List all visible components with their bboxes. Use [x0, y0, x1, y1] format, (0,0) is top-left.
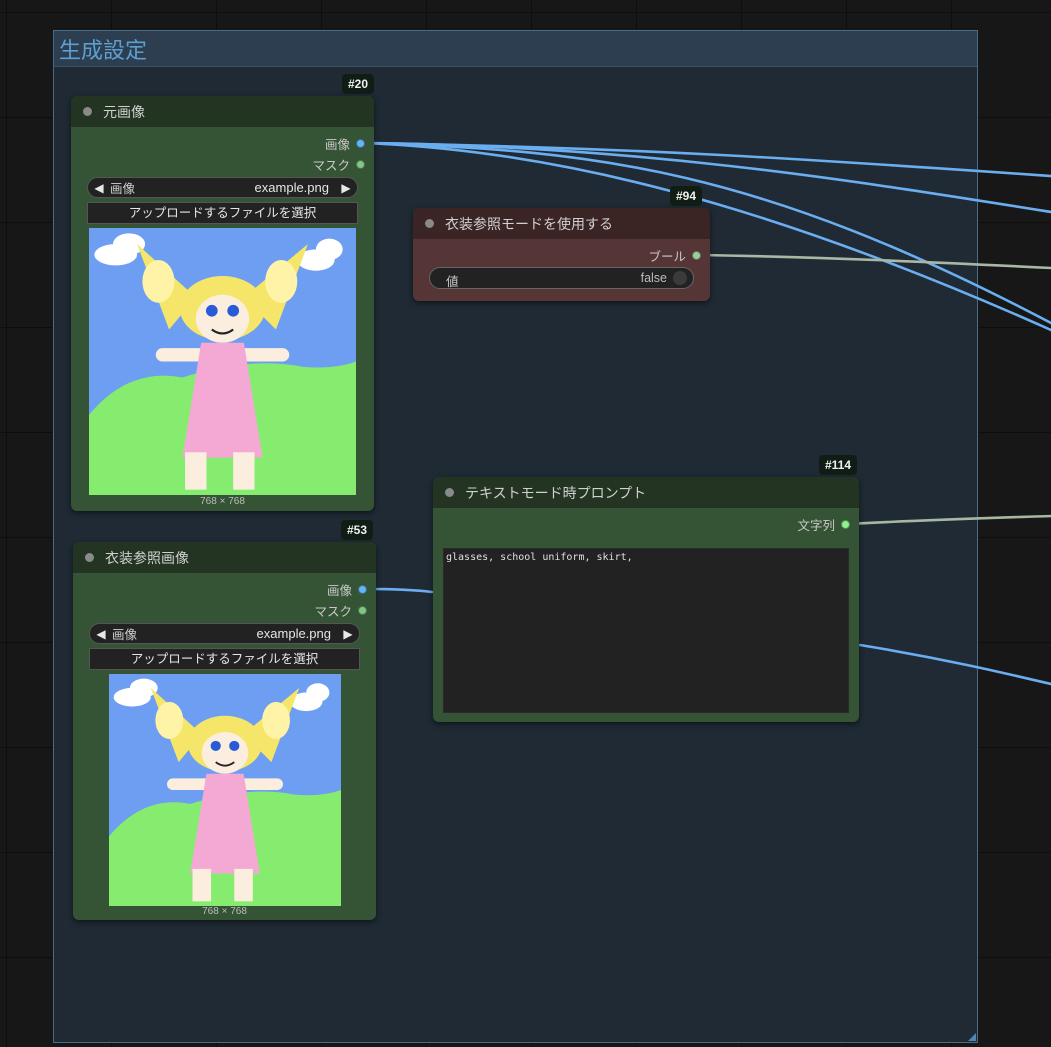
output-label: マスク — [314, 603, 352, 619]
output-mask[interactable]: マスク — [314, 601, 367, 619]
output-string[interactable]: 文字列 — [797, 515, 850, 533]
collapse-dot-icon[interactable] — [445, 488, 454, 497]
toggle-value: false — [640, 271, 667, 285]
node-title: 衣装参照画像 — [105, 550, 189, 567]
group-title: 生成設定 — [59, 39, 148, 64]
arrow-left-icon[interactable]: ◀ — [94, 627, 108, 641]
node-header[interactable]: 衣装参照画像 — [73, 542, 376, 573]
image-preview — [89, 228, 356, 495]
value-toggle[interactable]: 値 false — [429, 267, 694, 289]
image-combo[interactable]: ◀ 画像 example.png ▶ — [89, 623, 360, 644]
node-id-badge: #20 — [341, 74, 374, 94]
output-label: 画像 — [324, 136, 350, 152]
node-id-badge: #53 — [340, 520, 373, 540]
toggle-label: 値 — [446, 274, 459, 289]
prompt-textarea[interactable]: glasses, school uniform, skirt, — [443, 548, 849, 713]
combo-label: 画像 — [112, 627, 138, 642]
arrow-right-icon[interactable]: ▶ — [339, 181, 353, 195]
node-title: 元画像 — [103, 104, 145, 121]
output-socket-icon[interactable] — [358, 605, 367, 615]
upload-button[interactable]: アップロードするファイルを選択 — [87, 202, 358, 224]
output-mask[interactable]: マスク — [312, 155, 365, 173]
combo-label: 画像 — [110, 181, 136, 196]
node-header[interactable]: 元画像 — [71, 96, 374, 127]
output-socket-icon[interactable] — [356, 138, 365, 148]
toggle-knob-icon[interactable] — [673, 271, 687, 285]
node-id-badge: #94 — [669, 186, 702, 206]
image-combo[interactable]: ◀ 画像 example.png ▶ — [87, 177, 358, 198]
node-header[interactable]: 衣装参照モードを使用する — [413, 208, 710, 239]
output-label: 画像 — [326, 582, 352, 598]
node-source-image[interactable]: #20 元画像 画像 マスク ◀ 画像 example.png ▶ アップロード… — [71, 74, 374, 511]
output-socket-icon[interactable] — [356, 159, 365, 169]
collapse-dot-icon[interactable] — [83, 107, 92, 116]
output-boolean[interactable]: ブール — [648, 246, 701, 264]
image-preview — [109, 674, 341, 906]
image-dimensions: 768 × 768 — [202, 906, 247, 917]
collapse-dot-icon[interactable] — [85, 553, 94, 562]
output-socket-icon[interactable] — [692, 250, 701, 260]
output-label: 文字列 — [797, 517, 835, 533]
node-costume-image[interactable]: #53 衣装参照画像 画像 マスク ◀ 画像 example.png ▶ アップ… — [73, 520, 376, 920]
output-socket-icon[interactable] — [358, 584, 367, 594]
arrow-left-icon[interactable]: ◀ — [92, 181, 106, 195]
combo-value: example.png — [254, 180, 329, 195]
node-text-prompt[interactable]: #114 テキストモード時プロンプト 文字列 glasses, school u… — [433, 455, 859, 722]
output-label: マスク — [312, 157, 350, 173]
node-costume-mode[interactable]: #94 衣装参照モードを使用する ブール 値 false — [413, 186, 710, 301]
node-title: テキストモード時プロンプト — [465, 485, 647, 502]
arrow-right-icon[interactable]: ▶ — [341, 627, 355, 641]
group-resize-handle[interactable] — [968, 1033, 976, 1041]
upload-button[interactable]: アップロードするファイルを選択 — [89, 648, 360, 670]
image-dimensions: 768 × 768 — [200, 496, 245, 507]
group-header[interactable]: 生成設定 — [54, 31, 977, 67]
output-socket-icon[interactable] — [841, 519, 850, 529]
output-image[interactable]: 画像 — [325, 134, 365, 152]
node-id-badge: #114 — [818, 455, 857, 475]
combo-value: example.png — [256, 626, 331, 641]
output-image[interactable]: 画像 — [327, 580, 367, 598]
collapse-dot-icon[interactable] — [425, 219, 434, 228]
node-title: 衣装参照モードを使用する — [445, 216, 613, 233]
output-label: ブール — [648, 248, 686, 264]
node-header[interactable]: テキストモード時プロンプト — [433, 477, 859, 508]
